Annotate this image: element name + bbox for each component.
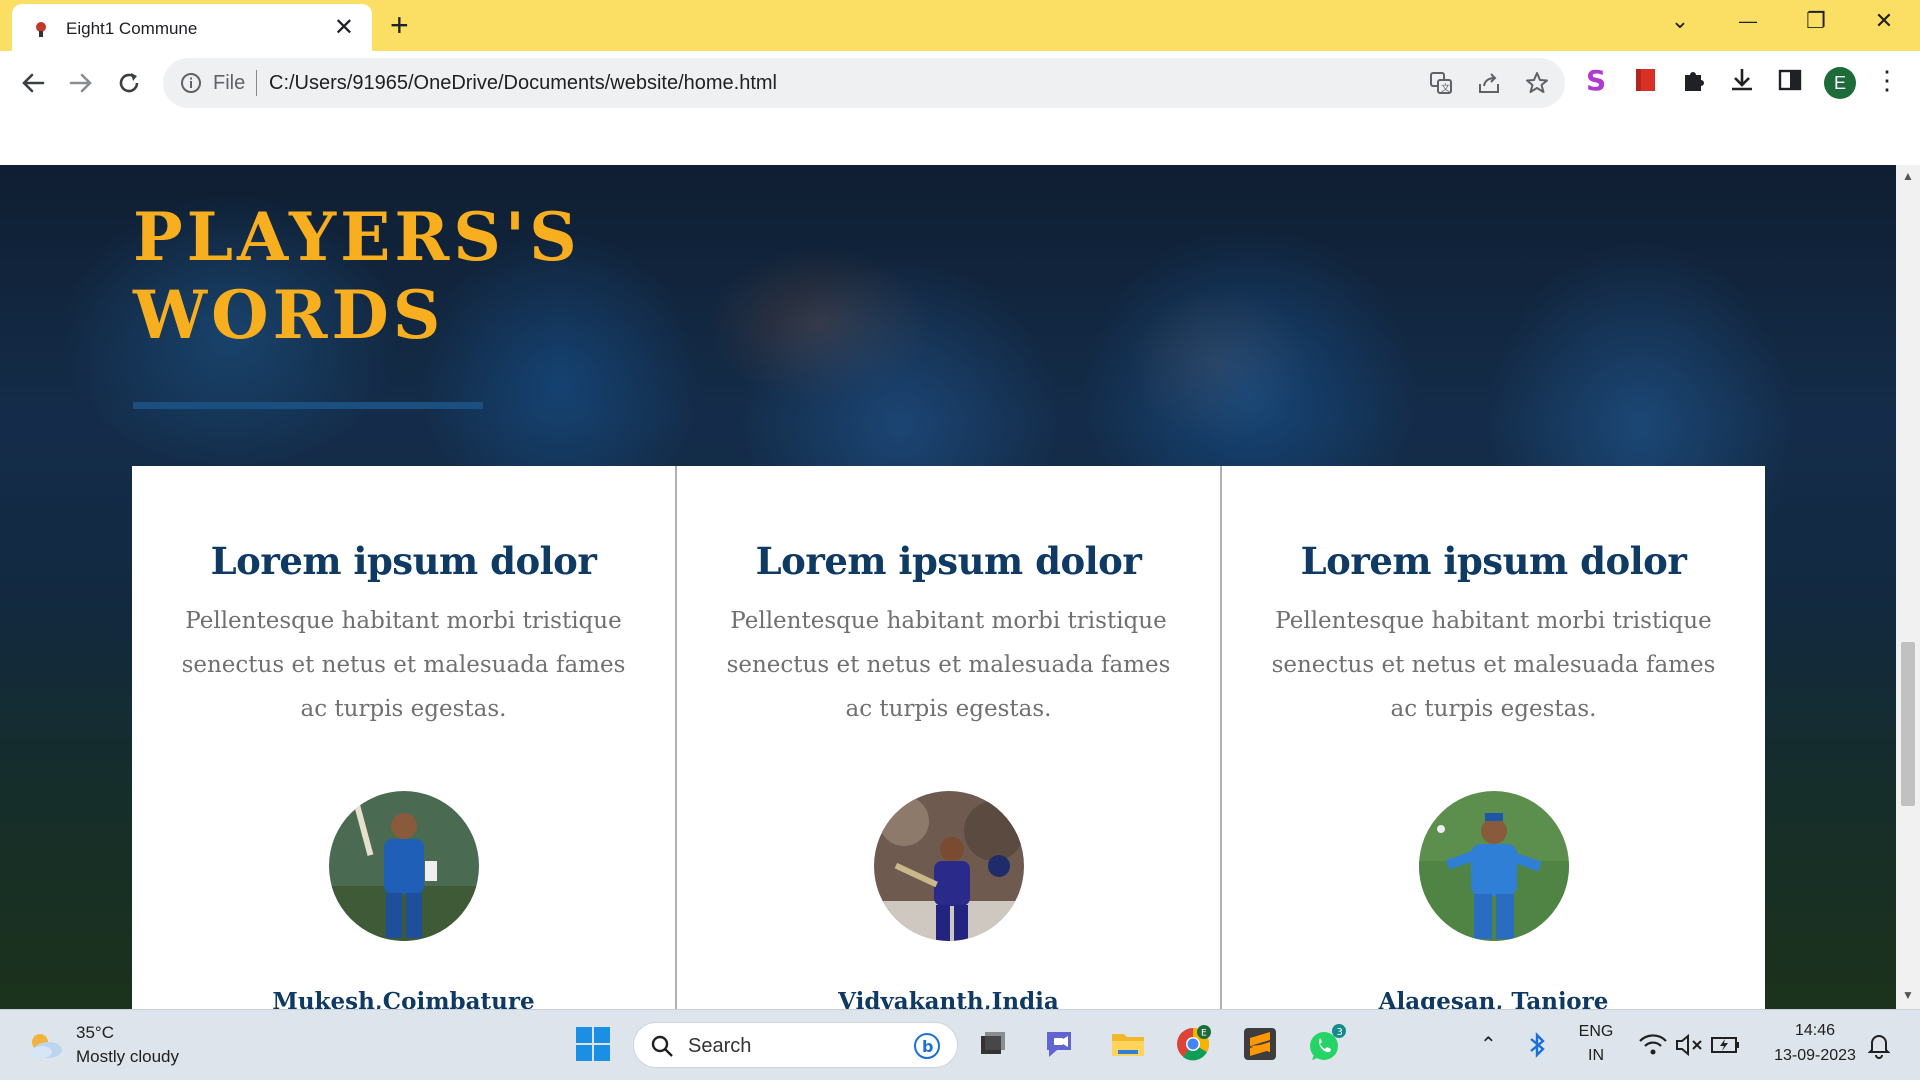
card-body: Pellentesque habitant morbi tristique se… — [181, 608, 626, 722]
section-heading: PLAYERS'S WORDS — [133, 198, 581, 354]
address-bar[interactable]: File C:/Users/91965/OneDrive/Documents/w… — [163, 58, 1565, 108]
card-title: Lorem ipsum dolor — [755, 539, 1142, 583]
hero-background-image: PLAYERS'S WORDS Lorem ipsum dolor Pellen… — [0, 165, 1896, 1009]
volume-muted-icon[interactable] — [1672, 1028, 1706, 1062]
svg-text:S: S — [1586, 65, 1606, 95]
scroll-up-arrow-icon[interactable]: ▲ — [1902, 169, 1914, 183]
region-indicator[interactable]: IN — [1578, 1047, 1614, 1065]
windows-taskbar: 35°C Mostly cloudy Search b E 3 ⌃ ENG IN… — [0, 1009, 1920, 1080]
translate-icon[interactable]: 文 — [1428, 70, 1454, 96]
chrome-profile-badge: E — [1201, 1029, 1207, 1039]
player-name: Mukesh,Coimbature — [272, 988, 535, 1009]
bookmark-star-icon[interactable] — [1524, 70, 1550, 96]
card-body: Pellentesque habitant morbi tristique se… — [1271, 608, 1716, 722]
restore-button[interactable]: ❐ — [1796, 6, 1836, 36]
player-name: Alagesan, Tanjore — [1378, 988, 1609, 1009]
heading-underline — [133, 402, 483, 409]
card-body: Pellentesque habitant morbi tristique se… — [726, 608, 1171, 722]
taskbar-search-box[interactable]: Search b — [633, 1022, 958, 1068]
url-scheme: File — [213, 72, 246, 94]
whatsapp-icon[interactable]: 3 — [1306, 1024, 1346, 1064]
weather-temperature[interactable]: 35°C — [76, 1023, 114, 1043]
page-scrollbar[interactable]: ▲ ▼ — [1896, 165, 1920, 1009]
card-title: Lorem ipsum dolor — [210, 539, 597, 583]
side-panel-icon[interactable] — [1775, 65, 1805, 95]
sublime-text-icon[interactable] — [1240, 1024, 1280, 1064]
url-separator — [256, 70, 257, 96]
tab-title: Eight1 Commune — [66, 19, 198, 38]
player-photo — [874, 791, 1024, 941]
forward-arrow-icon[interactable] — [63, 65, 99, 101]
browser-tab[interactable]: Eight1 Commune ✕ — [12, 4, 372, 51]
minimize-button[interactable]: — — [1728, 6, 1768, 36]
testimonial-card: Lorem ipsum dolor Pellentesque habitant … — [1222, 466, 1765, 1009]
wifi-icon[interactable] — [1636, 1028, 1670, 1062]
menu-dots-icon[interactable]: ⋮ — [1874, 65, 1900, 95]
language-indicator[interactable]: ENG — [1578, 1023, 1614, 1041]
battery-charging-icon[interactable] — [1708, 1028, 1742, 1062]
testimonial-card: Lorem ipsum dolor Pellentesque habitant … — [132, 466, 675, 1009]
bing-icon[interactable]: b — [913, 1032, 941, 1060]
page-viewport: PLAYERS'S WORDS Lorem ipsum dolor Pellen… — [0, 114, 1920, 1009]
new-tab-button[interactable]: + — [390, 8, 409, 42]
scroll-down-arrow-icon[interactable]: ▼ — [1902, 988, 1914, 1002]
player-photo — [1419, 791, 1569, 941]
browser-toolbar: File C:/Users/91965/OneDrive/Documents/w… — [0, 51, 1920, 114]
notification-bell-icon[interactable] — [1862, 1028, 1896, 1062]
chrome-icon[interactable]: E — [1173, 1024, 1213, 1064]
svg-text:b: b — [922, 1037, 933, 1056]
player-photo — [329, 791, 479, 941]
weather-description[interactable]: Mostly cloudy — [76, 1047, 179, 1067]
svg-text:文: 文 — [1441, 82, 1450, 94]
testimonial-card: Lorem ipsum dolor Pellentesque habitant … — [677, 466, 1220, 1009]
search-icon — [651, 1035, 673, 1057]
url-text[interactable]: C:/Users/91965/OneDrive/Documents/websit… — [269, 72, 777, 95]
bluetooth-icon[interactable] — [1520, 1028, 1554, 1062]
search-placeholder: Search — [688, 1035, 752, 1057]
windows-start-icon[interactable] — [573, 1024, 613, 1064]
file-explorer-icon[interactable] — [1108, 1024, 1148, 1064]
task-view-icon[interactable] — [973, 1024, 1013, 1064]
scroll-thumb[interactable] — [1901, 642, 1915, 806]
tab-close-button[interactable]: ✕ — [334, 14, 354, 42]
reload-icon[interactable] — [111, 65, 147, 101]
extensions-puzzle-icon[interactable] — [1679, 65, 1709, 95]
download-icon[interactable] — [1727, 65, 1757, 95]
teams-chat-icon[interactable] — [1041, 1024, 1081, 1064]
extension-s-icon[interactable]: S — [1583, 65, 1613, 95]
back-arrow-icon[interactable] — [15, 65, 51, 101]
cloudy-weather-icon[interactable] — [26, 1030, 66, 1060]
player-name: Vidyakanth,India — [838, 988, 1059, 1009]
info-icon[interactable] — [179, 71, 203, 95]
clock-date[interactable]: 13-09-2023 — [1760, 1047, 1870, 1065]
browser-title-bar: Eight1 Commune ✕ + ⌄ — ❐ ✕ — [0, 0, 1920, 51]
profile-avatar[interactable]: E — [1824, 67, 1856, 99]
favicon-icon — [36, 22, 46, 37]
testimonial-cards: Lorem ipsum dolor Pellentesque habitant … — [132, 466, 1765, 1009]
share-icon[interactable] — [1476, 70, 1502, 96]
extension-red-icon[interactable] — [1631, 65, 1661, 95]
card-title: Lorem ipsum dolor — [1300, 539, 1687, 583]
close-window-button[interactable]: ✕ — [1864, 6, 1904, 36]
clock-time[interactable]: 14:46 — [1760, 1022, 1870, 1040]
tab-search-button[interactable]: ⌄ — [1660, 6, 1700, 36]
tray-chevron-up-icon[interactable]: ⌃ — [1480, 1032, 1497, 1057]
svg-text:3: 3 — [1337, 1027, 1343, 1038]
